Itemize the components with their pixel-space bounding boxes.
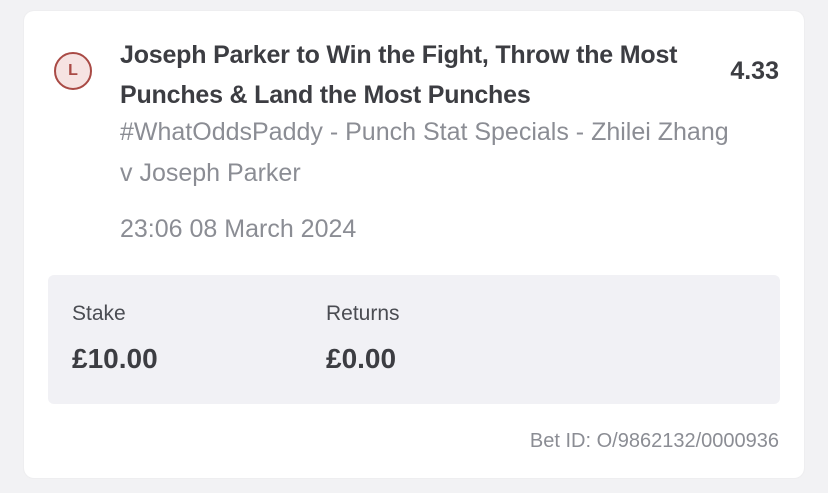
odds-value: 4.33 (730, 57, 779, 85)
selection-title: Joseph Parker to Win the Fight, Throw th… (120, 41, 678, 109)
placed-timestamp: 23:06 08 March 2024 (120, 215, 357, 243)
lost-status-badge: L (54, 52, 92, 90)
stake-label: Stake (72, 302, 126, 325)
returns-value: £0.00 (326, 343, 397, 374)
returns-label: Returns (326, 302, 400, 325)
market-description: #WhatOddsPaddy - Punch Stat Specials - Z… (120, 118, 729, 187)
bet-card: L Joseph Parker to Win the Fight, Throw … (24, 11, 804, 478)
bet-id: Bet ID: O/9862132/0000936 (529, 430, 779, 452)
stake-value: £10.00 (72, 343, 158, 374)
stake-returns-panel: Stake £10.00 Returns £0.00 (48, 275, 780, 404)
